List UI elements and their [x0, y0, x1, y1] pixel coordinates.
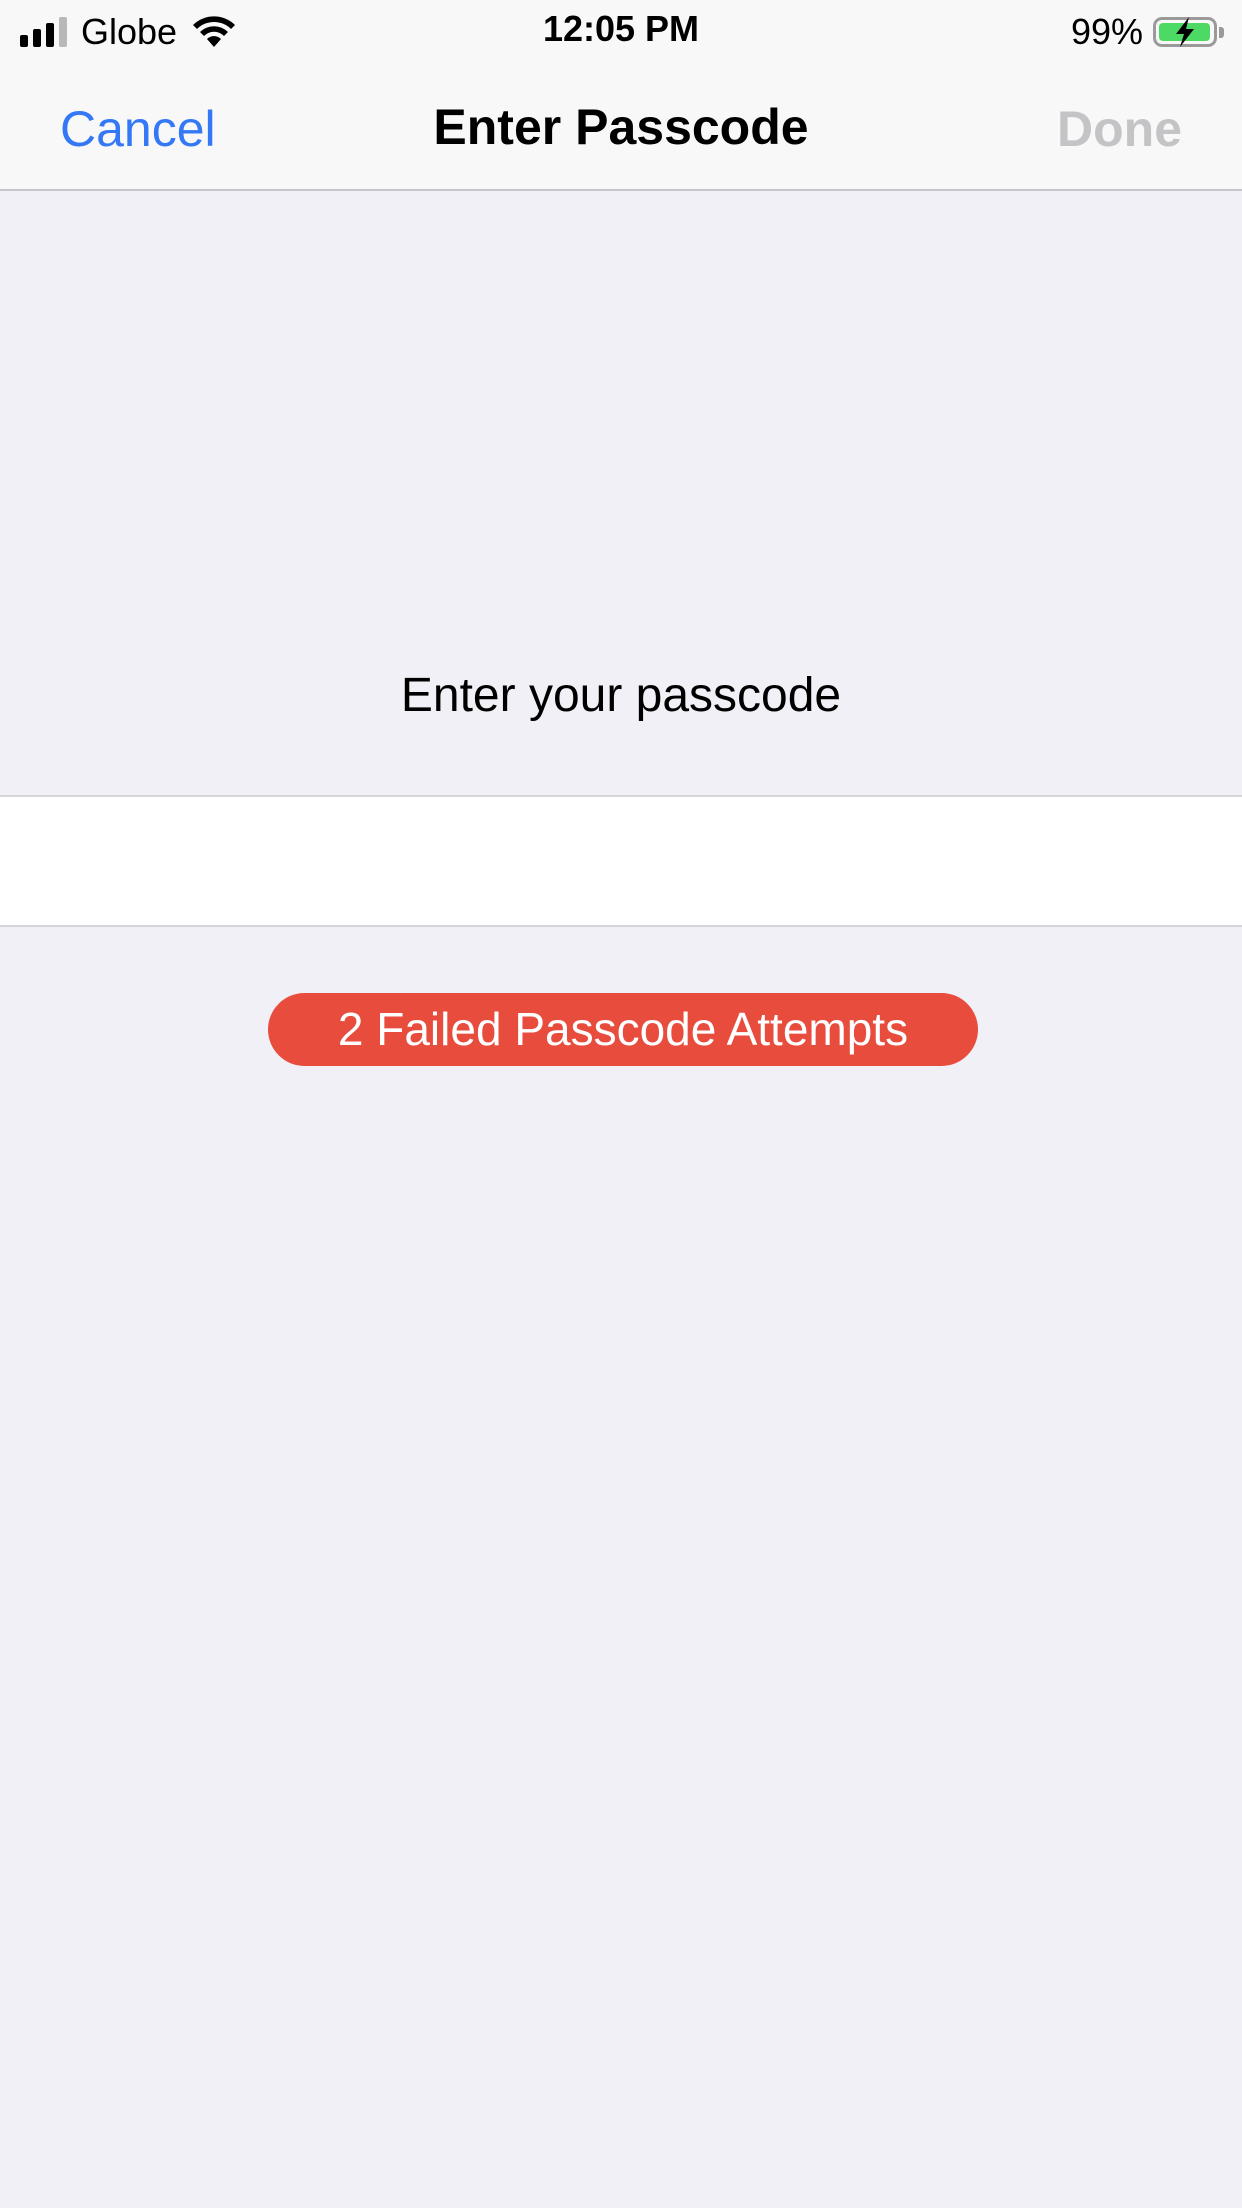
passcode-input[interactable] [0, 797, 1242, 927]
passcode-prompt: Enter your passcode [400, 669, 842, 722]
passcode-field[interactable] [0, 795, 1242, 927]
done-button[interactable]: Done [1057, 100, 1182, 158]
battery-percent: 99% [1070, 11, 1143, 52]
status-right: 99% [1071, 10, 1224, 54]
battery-charging-icon [1153, 17, 1217, 47]
charging-bolt-icon [1176, 17, 1194, 47]
status-time: 12:05 PM [542, 8, 700, 49]
failed-attempts-badge: 2 Failed Passcode Attempts [268, 993, 978, 1066]
status-bar: Globe 12:05 PM 99% [0, 0, 1242, 60]
navigation-bar: Cancel Enter Passcode Done [0, 60, 1242, 191]
battery-nub [1219, 26, 1224, 38]
cancel-button[interactable]: Cancel [60, 100, 216, 158]
passcode-screen: Globe 12:05 PM 99% Cancel Enter Passcode… [0, 0, 1242, 2208]
